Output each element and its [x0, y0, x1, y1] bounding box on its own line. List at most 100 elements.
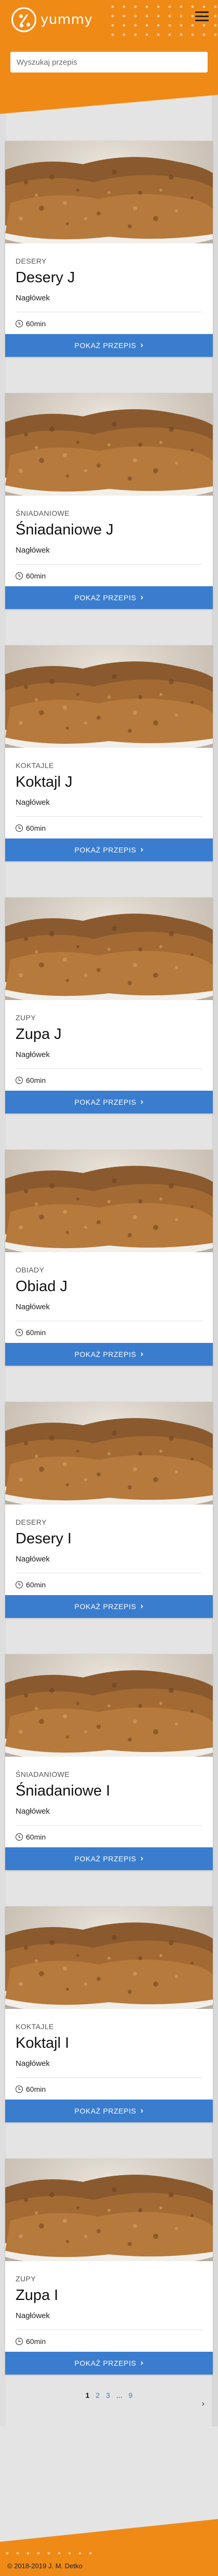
chevron-right-icon: › — [140, 2358, 144, 2367]
recipe-time: 60min — [16, 1581, 202, 1589]
recipe-card-body: ZUPY Zupa I Nagłówek 60min — [5, 2261, 213, 2352]
recipe-image[interactable] — [5, 141, 213, 243]
recipe-card: KOKTAJLE Koktajl J Nagłówek 60min POKAŻ … — [5, 645, 213, 861]
pizza-logo-icon — [11, 7, 36, 32]
recipe-category: ZUPY — [16, 2275, 36, 2283]
page-link-last[interactable]: 9 — [129, 2391, 133, 2399]
recipe-image[interactable] — [5, 393, 213, 496]
recipe-title[interactable]: Koktajl I — [16, 2035, 202, 2052]
recipe-time: 60min — [16, 320, 202, 328]
recipe-card-body: ŚNIADANIOWE Śniadaniowe J Nagłówek 60min — [5, 496, 213, 586]
recipe-time-value: 60min — [26, 824, 46, 832]
recipe-card-body: DESERY Desery I Nagłówek 60min — [5, 1504, 213, 1595]
recipe-card: ŚNIADANIOWE Śniadaniowe I Nagłówek 60min… — [5, 1654, 213, 1870]
site-header: yummy — [0, 0, 218, 83]
recipe-category: OBIADY — [16, 1266, 45, 1274]
recipe-image[interactable] — [5, 1402, 213, 1504]
show-recipe-button[interactable]: POKAŻ PRZEPIS › — [5, 1343, 213, 1366]
recipe-card: OBIADY Obiad J Nagłówek 60min POKAŻ PRZE… — [5, 1150, 213, 1366]
recipe-time: 60min — [16, 2337, 202, 2346]
recipe-time-value: 60min — [26, 320, 46, 328]
recipe-time: 60min — [16, 1833, 202, 1841]
show-recipe-button-label: POKAŻ PRZEPIS — [74, 341, 137, 350]
recipe-category: ŚNIADANIOWE — [16, 509, 70, 517]
recipe-image[interactable] — [5, 898, 213, 1000]
show-recipe-button-label: POKAŻ PRZEPIS — [74, 594, 137, 602]
chevron-right-icon: › — [140, 1854, 144, 1863]
recipe-card-body: OBIADY Obiad J Nagłówek 60min — [5, 1252, 213, 1343]
footer-dot-pattern — [0, 2548, 93, 2558]
recipe-card-body: KOKTAJLE Koktajl I Nagłówek 60min — [5, 2009, 213, 2100]
recipe-category: ZUPY — [16, 1014, 36, 1022]
show-recipe-button-label: POKAŻ PRZEPIS — [74, 1855, 137, 1863]
show-recipe-button-label: POKAŻ PRZEPIS — [74, 1602, 137, 1611]
recipe-title[interactable]: Śniadaniowe I — [16, 1783, 202, 1800]
recipe-card: ZUPY Zupa J Nagłówek 60min POKAŻ PRZEPIS… — [5, 898, 213, 1113]
show-recipe-button-label: POKAŻ PRZEPIS — [74, 1350, 137, 1358]
recipe-subtitle: Nagłówek — [16, 1050, 202, 1069]
recipe-title[interactable]: Koktajl J — [16, 774, 202, 791]
recipe-card: DESERY Desery J Nagłówek 60min POKAŻ PRZ… — [5, 141, 213, 357]
show-recipe-button[interactable]: POKAŻ PRZEPIS › — [5, 838, 213, 861]
recipe-subtitle: Nagłówek — [16, 798, 202, 817]
search-input[interactable] — [10, 52, 208, 73]
recipe-image[interactable] — [5, 645, 213, 748]
recipe-title[interactable]: Śniadaniowe J — [16, 522, 202, 539]
chevron-right-icon: › — [140, 1602, 144, 1611]
page-link-2[interactable]: 2 — [96, 2391, 100, 2399]
clock-icon — [16, 824, 23, 832]
recipe-title[interactable]: Obiad J — [16, 1278, 202, 1295]
pagination: 1 2 3... 9 › — [0, 2391, 218, 2426]
recipe-title[interactable]: Desery J — [16, 269, 202, 286]
recipe-subtitle: Nagłówek — [16, 294, 202, 312]
recipe-subtitle: Nagłówek — [16, 2311, 202, 2330]
show-recipe-button[interactable]: POKAŻ PRZEPIS › — [5, 334, 213, 357]
chevron-right-icon: › — [140, 845, 144, 854]
recipe-image[interactable] — [5, 1654, 213, 1757]
recipe-title[interactable]: Zupa J — [16, 1026, 202, 1043]
show-recipe-button-label: POKAŻ PRZEPIS — [74, 846, 137, 854]
recipe-time-value: 60min — [26, 2337, 46, 2346]
clock-icon — [16, 2338, 23, 2345]
recipe-time-value: 60min — [26, 572, 46, 580]
recipe-image[interactable] — [5, 2159, 213, 2261]
hamburger-menu-icon[interactable] — [195, 11, 209, 22]
next-page-button[interactable]: › — [202, 2399, 205, 2409]
clock-icon — [16, 572, 23, 580]
show-recipe-button[interactable]: POKAŻ PRZEPIS › — [5, 2100, 213, 2122]
recipe-image[interactable] — [5, 1150, 213, 1252]
recipe-subtitle: Nagłówek — [16, 1555, 202, 1573]
show-recipe-button-label: POKAŻ PRZEPIS — [74, 2359, 137, 2367]
recipe-list: DESERY Desery J Nagłówek 60min POKAŻ PRZ… — [0, 141, 218, 2375]
logo[interactable]: yummy — [11, 7, 92, 32]
recipe-image[interactable] — [5, 1906, 213, 2009]
fried-cutlet-illustration — [5, 2159, 213, 2261]
recipe-title[interactable]: Desery I — [16, 1530, 202, 1547]
recipe-card-body: ZUPY Zupa J Nagłówek 60min — [5, 1000, 213, 1091]
recipe-time: 60min — [16, 1076, 202, 1084]
recipe-time-value: 60min — [26, 1076, 46, 1084]
show-recipe-button[interactable]: POKAŻ PRZEPIS › — [5, 1595, 213, 1618]
fried-cutlet-illustration — [5, 645, 213, 748]
copyright-text: © 2018-2019 J. M. Detko — [7, 2562, 83, 2570]
recipe-time: 60min — [16, 1328, 202, 1337]
fried-cutlet-illustration — [5, 1654, 213, 1757]
page-link-3[interactable]: 3 — [106, 2391, 110, 2399]
page-link-1[interactable]: 1 — [86, 2391, 90, 2399]
show-recipe-button[interactable]: POKAŻ PRZEPIS › — [5, 1091, 213, 1113]
page-numbers: 1 2 3... 9 — [86, 2391, 133, 2399]
page-ellipsis: ... — [116, 2391, 122, 2399]
clock-icon — [16, 1581, 23, 1588]
logo-text: yummy — [40, 12, 93, 27]
show-recipe-button[interactable]: POKAŻ PRZEPIS › — [5, 2352, 213, 2375]
show-recipe-button[interactable]: POKAŻ PRZEPIS › — [5, 1847, 213, 1870]
chevron-right-icon: › — [140, 341, 144, 350]
recipe-subtitle: Nagłówek — [16, 1807, 202, 1826]
chevron-right-icon: › — [140, 2106, 144, 2115]
recipe-title[interactable]: Zupa I — [16, 2287, 202, 2304]
show-recipe-button[interactable]: POKAŻ PRZEPIS › — [5, 586, 213, 609]
recipe-category: KOKTAJLE — [16, 2022, 54, 2031]
recipe-card-body: DESERY Desery J Nagłówek 60min — [5, 243, 213, 334]
recipe-card: KOKTAJLE Koktajl I Nagłówek 60min POKAŻ … — [5, 1906, 213, 2122]
recipe-time: 60min — [16, 572, 202, 580]
